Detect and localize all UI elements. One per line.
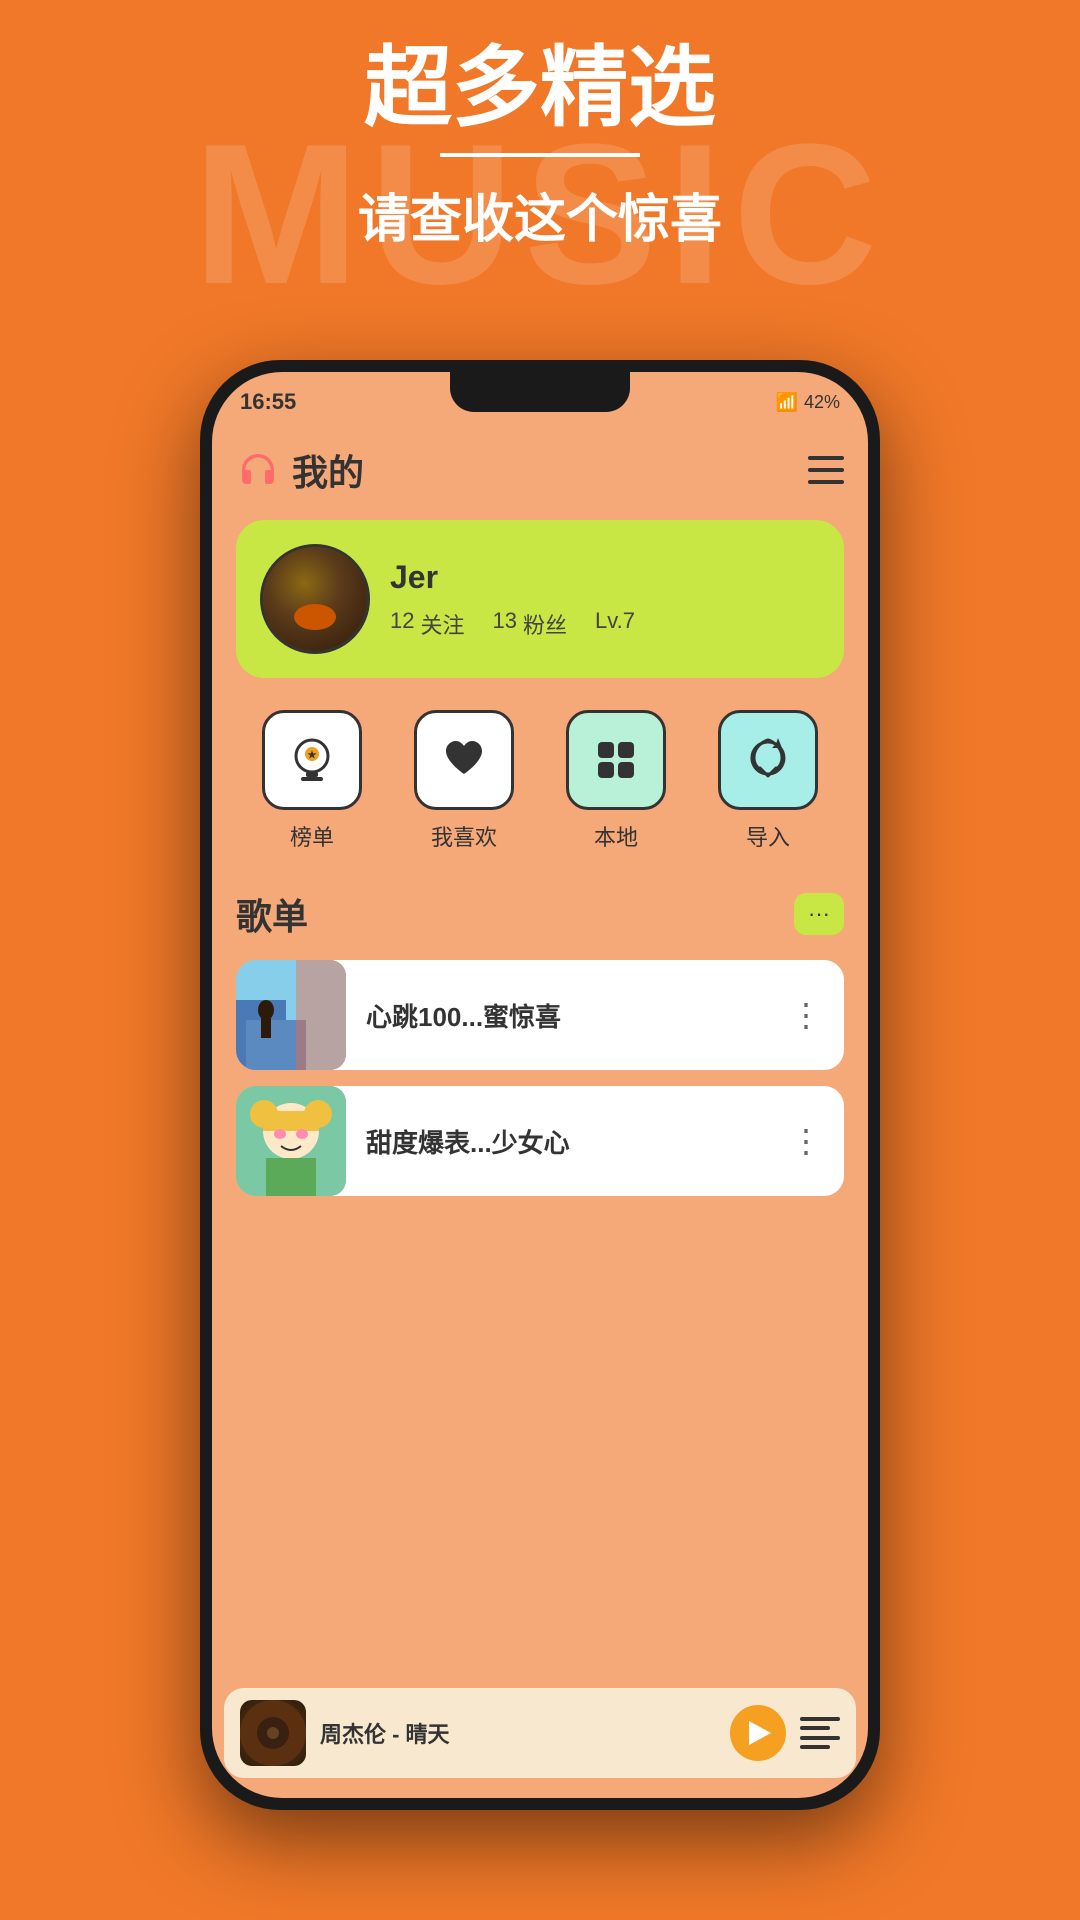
notch bbox=[450, 372, 630, 412]
phone-screen: 16:55 📶 42% 我的 bbox=[212, 372, 868, 1798]
headline-area: 超多精选 请查收这个惊喜 bbox=[0, 40, 1080, 252]
header-left: 我的 bbox=[236, 444, 364, 496]
menu-icon[interactable] bbox=[808, 456, 844, 484]
headphone-icon bbox=[236, 448, 280, 492]
playlist-name-1: 心跳100...蜜惊喜 bbox=[346, 997, 770, 1034]
trophy-icon: ★ bbox=[286, 734, 338, 786]
headline-main: 超多精选 bbox=[0, 40, 1080, 137]
battery-icon: 42% bbox=[804, 392, 840, 413]
now-playing-bar[interactable]: 周杰伦 - 晴天 bbox=[224, 1688, 856, 1778]
profile-card[interactable]: Jer 12 关注 13 粉丝 Lv.7 bbox=[236, 520, 844, 678]
avatar bbox=[260, 544, 370, 654]
import-icon bbox=[742, 734, 794, 786]
favorites-label: 我喜欢 bbox=[431, 820, 497, 852]
headline-sub: 请查收这个惊喜 bbox=[0, 177, 1080, 252]
playlist-more-1[interactable]: ⋮ bbox=[770, 996, 844, 1034]
action-import[interactable]: 导入 bbox=[718, 710, 818, 852]
status-time: 16:55 bbox=[240, 389, 296, 415]
profile-info: Jer 12 关注 13 粉丝 Lv.7 bbox=[390, 559, 820, 640]
profile-name: Jer bbox=[390, 559, 820, 596]
grid-icon bbox=[590, 734, 642, 786]
app-content: 我的 Jer 12 关注 bbox=[212, 424, 868, 1798]
followers-count: 13 bbox=[493, 608, 517, 640]
playlist-thumbnail-2 bbox=[236, 1086, 346, 1196]
import-label: 导入 bbox=[746, 820, 790, 852]
thumbnail-scene-2 bbox=[236, 1086, 346, 1196]
profile-stats: 12 关注 13 粉丝 Lv.7 bbox=[390, 608, 820, 640]
heart-icon bbox=[438, 734, 490, 786]
favorites-icon-box bbox=[414, 710, 514, 810]
action-bangdan[interactable]: ★ 榜单 bbox=[262, 710, 362, 852]
local-label: 本地 bbox=[594, 820, 638, 852]
playlist-more-2[interactable]: ⋮ bbox=[770, 1122, 844, 1160]
status-icons: 📶 42% bbox=[776, 392, 840, 413]
header-title: 我的 bbox=[292, 444, 364, 496]
play-triangle-icon bbox=[749, 1721, 771, 1745]
following-label: 关注 bbox=[420, 608, 464, 640]
stat-following: 12 关注 bbox=[390, 608, 465, 640]
np-thumbnail bbox=[240, 1700, 306, 1766]
signal-icon: 📶 bbox=[776, 392, 798, 413]
np-list-icon[interactable] bbox=[800, 1713, 840, 1753]
level-value: Lv.7 bbox=[595, 608, 635, 640]
import-icon-box bbox=[718, 710, 818, 810]
thumbnail-scene-1 bbox=[236, 960, 346, 1070]
np-thumbnail-art bbox=[240, 1700, 306, 1766]
svg-text:★: ★ bbox=[308, 750, 317, 761]
np-title: 周杰伦 - 晴天 bbox=[320, 1717, 716, 1749]
header-bar: 我的 bbox=[236, 424, 844, 520]
playlist-name-2: 甜度爆表...少女心 bbox=[346, 1123, 770, 1160]
avatar-img bbox=[263, 547, 367, 651]
np-info: 周杰伦 - 晴天 bbox=[320, 1717, 716, 1749]
stat-followers: 13 粉丝 bbox=[493, 608, 568, 640]
section-header: 歌单 ··· bbox=[236, 888, 844, 940]
action-local[interactable]: 本地 bbox=[566, 710, 666, 852]
quick-actions: ★ 榜单 我喜欢 bbox=[236, 710, 844, 852]
following-count: 12 bbox=[390, 608, 414, 640]
stat-level: Lv.7 bbox=[595, 608, 635, 640]
bangdan-icon-box: ★ bbox=[262, 710, 362, 810]
local-icon-box bbox=[566, 710, 666, 810]
playlist-item-1[interactable]: 心跳100...蜜惊喜 ⋮ bbox=[236, 960, 844, 1070]
action-favorites[interactable]: 我喜欢 bbox=[414, 710, 514, 852]
phone-frame: 16:55 📶 42% 我的 bbox=[200, 360, 880, 1810]
more-btn[interactable]: ··· bbox=[794, 893, 844, 935]
followers-label: 粉丝 bbox=[523, 608, 567, 640]
section-title: 歌单 bbox=[236, 888, 308, 940]
bangdan-label: 榜单 bbox=[290, 820, 334, 852]
headline-divider bbox=[440, 153, 640, 157]
playlist-thumbnail-1 bbox=[236, 960, 346, 1070]
playlist-item-2[interactable]: 甜度爆表...少女心 ⋮ bbox=[236, 1086, 844, 1196]
np-play-button[interactable] bbox=[730, 1705, 786, 1761]
